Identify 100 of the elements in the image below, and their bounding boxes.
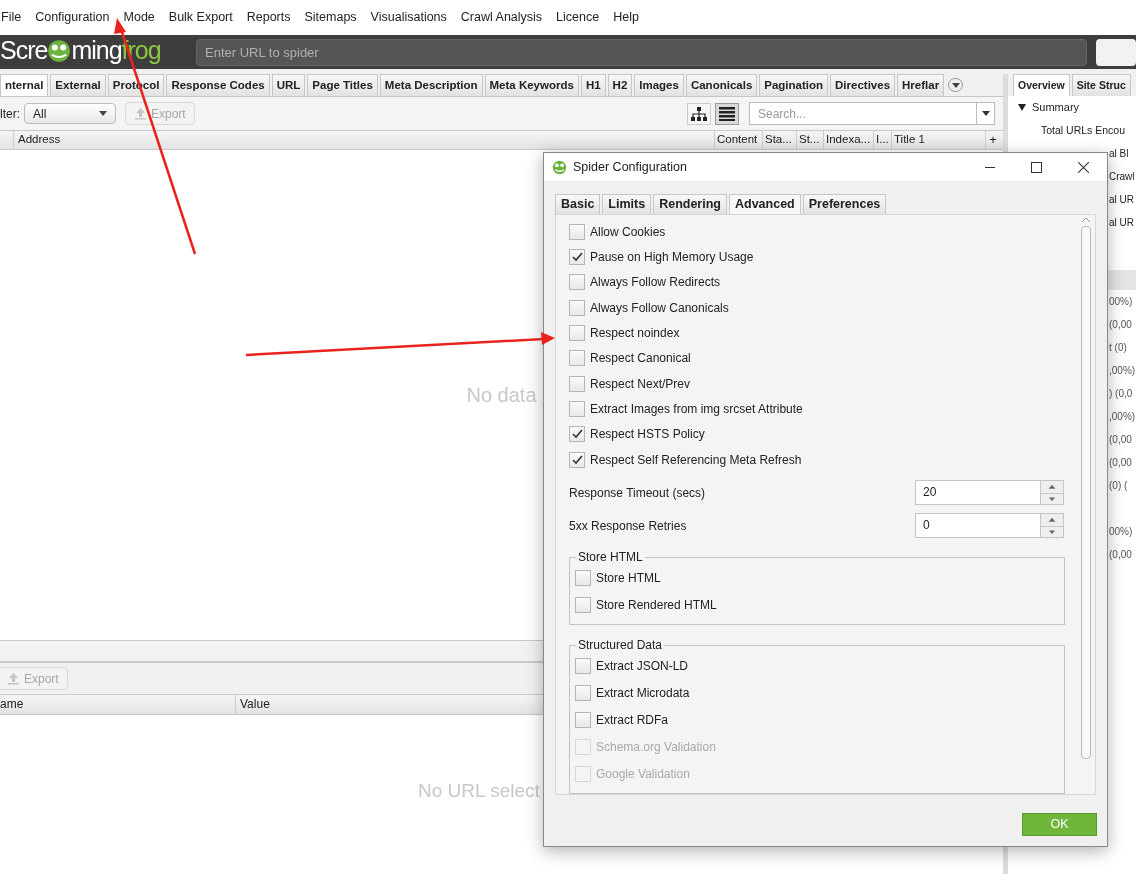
option-label: Allow Cookies — [590, 223, 666, 241]
filter-select[interactable]: All — [24, 103, 116, 124]
url-field[interactable]: Enter URL to spider — [196, 38, 1088, 66]
checkbox[interactable] — [575, 685, 591, 702]
search-field[interactable]: Search... — [749, 102, 977, 125]
column-header[interactable]: Content — [715, 131, 763, 149]
tab[interactable]: Pagination — [759, 74, 829, 96]
tab[interactable]: Response Codes — [166, 74, 270, 96]
upload-icon — [134, 107, 147, 120]
group-title: Structured Data — [576, 637, 665, 652]
column-header[interactable]: Value — [236, 695, 270, 714]
tab[interactable]: Images — [634, 74, 684, 96]
checkbox[interactable] — [575, 597, 591, 614]
stat-row-text: ,00%) — [1109, 364, 1136, 378]
stat-row-text: (0) ( — [1109, 479, 1128, 493]
add-column-button[interactable]: + — [986, 131, 1000, 149]
tab[interactable]: Advanced — [729, 194, 801, 214]
dropdown-icon[interactable] — [977, 102, 995, 125]
checkbox[interactable] — [575, 712, 591, 729]
tab[interactable]: URL — [271, 74, 306, 96]
tab[interactable]: Canonicals — [685, 74, 758, 96]
group-title: Store HTML — [576, 549, 645, 564]
tab[interactable]: nternal — [0, 74, 49, 96]
option-label: Extract RDFa — [596, 712, 668, 730]
option-label: Respect HSTS Policy — [590, 426, 705, 444]
list-view-button[interactable] — [715, 102, 739, 125]
checkbox[interactable] — [569, 400, 585, 417]
filter-label: lter: — [0, 105, 20, 123]
checkbox[interactable] — [575, 570, 591, 587]
scroll-up-icon[interactable] — [1082, 217, 1090, 223]
tab[interactable]: Directives — [830, 74, 896, 96]
checkbox[interactable] — [569, 426, 585, 443]
tab[interactable]: Meta Description — [379, 74, 483, 96]
tree-view-button[interactable] — [687, 102, 711, 125]
tree-item[interactable]: al UR — [1109, 188, 1134, 211]
checkbox[interactable] — [569, 375, 585, 392]
tree-item[interactable]: Crawl — [1109, 165, 1135, 188]
option-label: Always Follow Redirects — [590, 274, 721, 292]
column-header[interactable]: Title 1 — [892, 131, 986, 149]
checkbox[interactable] — [569, 350, 585, 367]
expand-icon — [1018, 104, 1026, 111]
tree-node[interactable]: Summary — [1008, 96, 1080, 119]
option-label: Schema.org Validation — [596, 739, 716, 757]
tree-item[interactable]: Total URLs Encou — [1041, 119, 1126, 142]
stat-row-text: (0,00 — [1109, 548, 1132, 562]
stat-row-text: t (0) — [1109, 341, 1127, 355]
column-header[interactable]: Indexa... — [824, 131, 874, 149]
checkbox[interactable] — [569, 299, 585, 316]
tabs-dropdown-icon[interactable] — [948, 78, 964, 92]
tab[interactable]: Site Struc — [1071, 74, 1131, 96]
stat-row-text: 00%) — [1109, 525, 1133, 539]
tab[interactable]: Limits — [602, 194, 652, 214]
menu-item[interactable]: Licence — [556, 8, 600, 27]
tab[interactable]: Hreflar — [897, 74, 945, 96]
checkmark-icon — [571, 429, 583, 440]
column-header[interactable]: ame — [0, 695, 236, 714]
menu-item[interactable]: Reports — [246, 8, 291, 27]
menu-item[interactable]: File — [1, 8, 22, 27]
upload-icon — [7, 672, 20, 685]
maximize-icon[interactable] — [1031, 161, 1042, 173]
tab[interactable]: Basic — [555, 194, 601, 214]
checkbox[interactable] — [569, 274, 585, 291]
tab[interactable]: Preferences — [802, 194, 887, 214]
checkbox[interactable] — [569, 223, 585, 240]
stat-row-text: (0,00 — [1109, 433, 1132, 447]
menu-item[interactable]: Crawl Analysis — [460, 8, 543, 27]
checkbox[interactable] — [569, 451, 585, 468]
option-label: Store Rendered HTML — [596, 597, 717, 615]
column-header[interactable]: St... — [797, 131, 824, 149]
checkbox[interactable] — [569, 249, 585, 265]
tab[interactable]: Meta Keywords — [484, 74, 579, 96]
menu-item[interactable]: Help — [613, 8, 639, 27]
tab[interactable]: Page Titles — [307, 74, 378, 96]
checkbox[interactable] — [575, 658, 591, 675]
tab[interactable]: H2 — [607, 74, 633, 96]
tab[interactable]: Overview — [1013, 74, 1070, 96]
option-label: Extract Microdata — [596, 685, 690, 703]
option-label: Pause on High Memory Usage — [590, 249, 754, 266]
field-label: 5xx Response Retries — [569, 517, 688, 535]
tab[interactable]: H1 — [580, 74, 606, 96]
checkbox[interactable] — [569, 324, 585, 341]
option-label: Respect Self Referencing Meta Refresh — [590, 451, 802, 469]
tree-item[interactable]: al Bl — [1109, 142, 1129, 165]
minimize-icon[interactable] — [985, 166, 995, 168]
column-header[interactable]: Address — [14, 131, 715, 149]
menu-item[interactable]: Mode — [123, 8, 155, 27]
field-label: Response Timeout (secs) — [569, 484, 707, 502]
start-button[interactable] — [1096, 38, 1136, 66]
close-icon[interactable] — [1078, 161, 1089, 173]
tree-item[interactable]: al UR — [1109, 211, 1134, 234]
menu-item[interactable]: Configuration — [35, 8, 110, 27]
tab[interactable]: External — [50, 74, 106, 96]
option-label: Respect Next/Prev — [590, 375, 691, 393]
menu-item[interactable]: Sitemaps — [304, 8, 357, 27]
menu-item[interactable]: Visualisations — [370, 8, 447, 27]
menu-item[interactable]: Bulk Export — [168, 8, 233, 27]
tab[interactable]: Rendering — [653, 194, 727, 214]
column-header[interactable]: I... — [874, 131, 892, 149]
column-header[interactable]: Sta... — [763, 131, 797, 149]
option-label: Respect Canonical — [590, 350, 691, 368]
